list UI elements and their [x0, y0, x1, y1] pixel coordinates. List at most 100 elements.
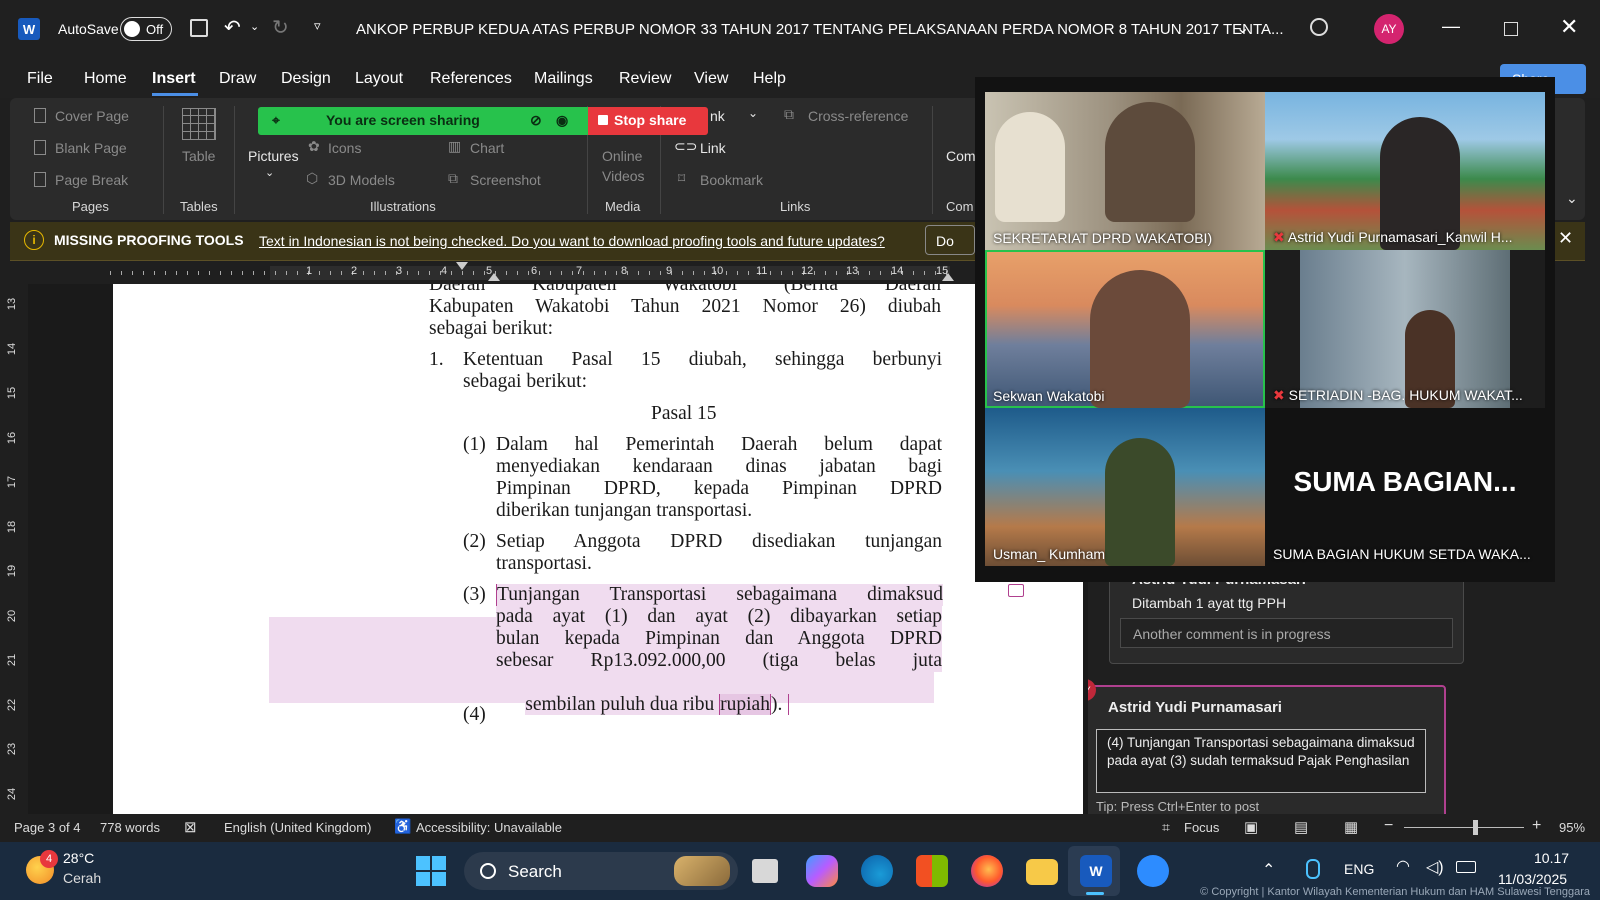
- doc-line[interactable]: Setiap Anggota DPRD disediakan tunjangan: [496, 531, 942, 553]
- doc-line-commented[interactable]: sebesar Rp13.092.000,00 (tiga belas juta: [496, 650, 942, 672]
- wifi-icon[interactable]: ◠: [1396, 856, 1410, 876]
- chevron-down-icon[interactable]: ⌄: [748, 106, 758, 120]
- windows-start-icon[interactable]: [416, 856, 446, 886]
- chevron-down-icon[interactable]: ⌄: [250, 20, 259, 33]
- 3d-models-button[interactable]: 3D Models: [328, 172, 395, 188]
- edge-icon[interactable]: [861, 855, 893, 887]
- doc-line[interactable]: Daerah Kabupaten Wakatobi (Berita Daerah: [429, 284, 941, 296]
- screen-share-status[interactable]: ⌖ You are screen sharing ⊘ ◉: [258, 107, 588, 135]
- show-hidden-icons[interactable]: ⌃: [1262, 860, 1275, 880]
- vertical-ruler[interactable]: 13 14 15 16 17 18 19 20 21 22 23 24: [0, 284, 28, 814]
- zoom-slider-thumb[interactable]: [1473, 820, 1478, 835]
- doc-line[interactable]: sebagai berikut:: [463, 371, 587, 393]
- microphone-icon[interactable]: [1306, 859, 1320, 879]
- doc-line[interactable]: Kabupaten Wakatobi Tahun 2021 Nomor 26) …: [429, 296, 941, 318]
- document-page[interactable]: Daerah Kabupaten Wakatobi (Berita Daerah…: [113, 284, 1083, 814]
- doc-line[interactable]: Dalam hal Pemerintah Daerah belum dapat: [496, 434, 942, 456]
- tab-home[interactable]: Home: [84, 70, 127, 88]
- participant-tile-speaking[interactable]: Sekwan Wakatobi: [985, 250, 1265, 408]
- zoom-video-gallery[interactable]: SEKRETARIAT DPRD WAKATOBI) ✖ Astrid Yudi…: [975, 77, 1555, 582]
- language[interactable]: English (United Kingdom): [224, 820, 371, 835]
- doc-line[interactable]: sebagai berikut:: [429, 318, 553, 340]
- zoom-slider[interactable]: [1404, 820, 1524, 835]
- pin-icon[interactable]: ⌖: [272, 112, 280, 129]
- doc-line-commented[interactable]: Tunjangan Transportasi sebagaimana dimak…: [496, 584, 943, 606]
- read-mode-icon[interactable]: ▣: [1244, 818, 1258, 836]
- right-indent-marker[interactable]: [942, 273, 954, 281]
- participant-tile[interactable]: SEKRETARIAT DPRD WAKATOBI): [985, 92, 1265, 250]
- doc-line[interactable]: diberikan tunjangan transportasi.: [496, 500, 752, 522]
- indent-marker[interactable]: [488, 273, 500, 281]
- doc-line-commented[interactable]: sembilan puluh dua ribu rupiah).: [496, 672, 790, 738]
- doc-line-commented[interactable]: pada ayat (1) dan ayat (2) dibayarkan se…: [496, 606, 942, 628]
- comment-input[interactable]: (4) Tunjangan Transportasi sebagaimana d…: [1096, 729, 1426, 793]
- chart-button[interactable]: Chart: [470, 140, 504, 156]
- customize-qat-icon[interactable]: ▿: [314, 18, 321, 34]
- close-icon[interactable]: ✕: [1558, 228, 1573, 249]
- taskbar-search[interactable]: Search: [464, 852, 738, 890]
- ribbon-collapse-icon[interactable]: ⌄: [1566, 190, 1578, 207]
- zoom-in-button[interactable]: +: [1532, 817, 1541, 835]
- tab-help[interactable]: Help: [753, 70, 786, 88]
- volume-icon[interactable]: ◁): [1426, 857, 1444, 877]
- chevron-down-icon[interactable]: ⌄: [1236, 18, 1249, 38]
- focus-button[interactable]: Focus: [1184, 820, 1219, 835]
- proofing-icon[interactable]: ⊠: [184, 818, 197, 836]
- doc-line-commented[interactable]: bulan kepada Pimpinan dan Anggota DPRD: [496, 628, 942, 650]
- web-layout-icon[interactable]: ▦: [1344, 818, 1358, 836]
- page-count[interactable]: Page 3 of 4: [14, 820, 81, 835]
- copilot-icon[interactable]: [806, 855, 838, 887]
- redo-icon[interactable]: ↻: [272, 15, 289, 40]
- comment-card-active[interactable]: Astrid Yudi Purnamasari (4) Tunjangan Tr…: [1088, 685, 1446, 814]
- undo-icon[interactable]: ↶: [224, 15, 241, 40]
- doc-line[interactable]: Ketentuan Pasal 15 diubah, sehingga berb…: [463, 349, 942, 371]
- clock-date[interactable]: 11/03/2025: [1498, 871, 1567, 887]
- restore-icon[interactable]: [1504, 22, 1518, 36]
- zoom-level[interactable]: 95%: [1559, 820, 1585, 835]
- search-icon[interactable]: [1310, 18, 1328, 36]
- cover-page-button[interactable]: Cover Page: [55, 108, 129, 124]
- task-view-icon[interactable]: [752, 859, 778, 883]
- participant-tile[interactable]: Usman_ Kumham: [985, 408, 1265, 566]
- battery-icon[interactable]: [1456, 861, 1476, 873]
- download-button[interactable]: Do: [925, 225, 975, 255]
- doc-line[interactable]: transportasi.: [496, 553, 592, 575]
- store-icon[interactable]: [916, 855, 948, 887]
- comment-marker-icon[interactable]: [1008, 584, 1024, 597]
- tab-file[interactable]: File: [27, 70, 53, 88]
- mic-muted-icon[interactable]: ⊘: [530, 112, 542, 129]
- tab-view[interactable]: View: [694, 70, 728, 88]
- tab-design[interactable]: Design: [281, 70, 331, 88]
- online-videos-button[interactable]: Online: [602, 148, 642, 164]
- print-layout-icon[interactable]: ▤: [1294, 818, 1308, 836]
- section-heading[interactable]: Pasal 15: [651, 403, 717, 425]
- chevron-down-icon[interactable]: ⌄: [265, 166, 274, 179]
- link-button[interactable]: Link: [700, 140, 726, 156]
- document-canvas[interactable]: Daerah Kabupaten Wakatobi (Berita Daerah…: [28, 284, 1088, 814]
- close-icon[interactable]: ✕: [1560, 14, 1578, 40]
- tab-insert[interactable]: Insert: [152, 70, 196, 88]
- table-button[interactable]: Table: [182, 148, 215, 164]
- participant-tile[interactable]: ✖ SETRIADIN -BAG. HUKUM WAKAT...: [1265, 250, 1545, 408]
- tab-references[interactable]: References: [430, 70, 512, 88]
- pictures-button[interactable]: Pictures: [248, 148, 299, 164]
- tab-mailings[interactable]: Mailings: [534, 70, 593, 88]
- zoom-out-button[interactable]: −: [1384, 817, 1393, 835]
- tab-draw[interactable]: Draw: [219, 70, 256, 88]
- comment-anchor[interactable]: rupiah: [719, 694, 771, 715]
- tab-layout[interactable]: Layout: [355, 70, 403, 88]
- zoom-icon[interactable]: [1137, 855, 1169, 887]
- doc-line[interactable]: Pimpinan DPRD, kepada Pimpinan DPRD: [496, 478, 942, 500]
- word-icon[interactable]: W: [1080, 855, 1112, 887]
- icons-button[interactable]: Icons: [328, 140, 361, 156]
- word-count[interactable]: 778 words: [100, 820, 160, 835]
- comment-card[interactable]: Astrid Yudi Purnamasari Ditambah 1 ayat …: [1109, 570, 1464, 664]
- shield-icon[interactable]: ◉: [556, 112, 568, 129]
- clock-time[interactable]: 10.17: [1534, 850, 1569, 866]
- bookmark-button[interactable]: Bookmark: [700, 172, 763, 188]
- avatar[interactable]: AY: [1374, 14, 1404, 44]
- screenshot-button[interactable]: Screenshot: [470, 172, 541, 188]
- horizontal-ruler[interactable]: 1 2 3 4 5 6 7 8 9 10 11 12 13 14 15: [0, 262, 1000, 284]
- participant-tile[interactable]: ✖ Astrid Yudi Purnamasari_Kanwil H...: [1265, 92, 1545, 250]
- doc-line[interactable]: menyediakan kendaraan dinas jabatan bagi: [496, 456, 942, 478]
